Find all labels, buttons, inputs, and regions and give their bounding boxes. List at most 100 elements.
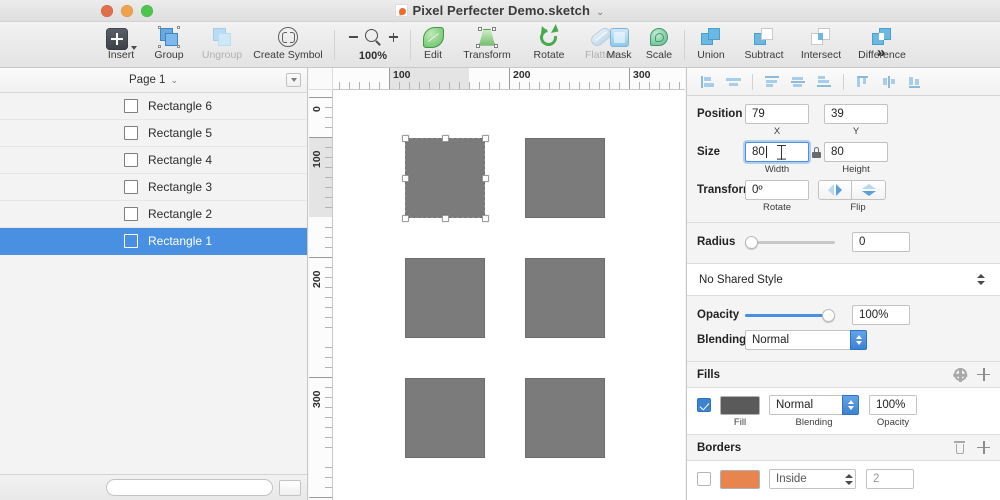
resize-handle-top-right[interactable] xyxy=(482,135,489,142)
toolbar-ungroup[interactable]: Ungroup xyxy=(196,24,248,66)
radius-row: Radius 0 xyxy=(687,231,1000,253)
align-top-button[interactable] xyxy=(760,72,784,92)
border-enabled-checkbox[interactable] xyxy=(697,472,711,486)
fill-blending-stepper[interactable] xyxy=(842,395,859,415)
shape-rectangle-5[interactable] xyxy=(405,378,485,458)
size-width-sublabel: Width xyxy=(764,164,790,175)
toolbar-edit[interactable]: Edit xyxy=(416,24,450,66)
resize-handle-middle-left[interactable] xyxy=(402,175,409,182)
add-fill-icon[interactable] xyxy=(977,368,990,381)
shape-rectangle-4[interactable] xyxy=(525,258,605,338)
shape-rectangle-3[interactable] xyxy=(405,258,485,338)
radius-slider[interactable] xyxy=(745,235,835,249)
border-color-swatch[interactable] xyxy=(720,469,760,489)
flip-horizontal-button[interactable] xyxy=(818,180,852,200)
layer-visibility-checkbox[interactable] xyxy=(124,207,138,221)
position-x-input[interactable]: 79 xyxy=(745,104,809,124)
page-bar: Page 1 ⌄ xyxy=(0,68,307,93)
distribute-horizontal-button[interactable] xyxy=(851,72,875,92)
list-item-selected[interactable]: Rectangle 1 xyxy=(0,228,307,255)
toolbar-scale[interactable]: Scale xyxy=(640,24,678,66)
toolbar-union[interactable]: Union xyxy=(690,24,732,66)
list-item[interactable]: Rectangle 6 xyxy=(0,93,307,120)
opacity-slider-knob[interactable] xyxy=(822,308,835,322)
canvas-area[interactable]: 100 200 300 0 100 200 300 400 xyxy=(309,68,685,500)
filter-button[interactable] xyxy=(279,479,301,496)
align-middle-vertical-button[interactable] xyxy=(786,72,810,92)
scale-icon xyxy=(649,27,670,47)
align-left-button[interactable] xyxy=(695,72,719,92)
distribute-vertical-button[interactable] xyxy=(877,72,901,92)
radius-input[interactable]: 0 xyxy=(852,232,910,252)
fill-sublabels: Fill Blending Opacity xyxy=(687,417,1000,430)
rotate-input[interactable]: 0º xyxy=(745,180,809,200)
toolbar-create-symbol[interactable]: Create Symbol xyxy=(250,24,326,66)
radius-slider-knob[interactable] xyxy=(745,235,758,249)
chevron-down-icon[interactable]: ⌄ xyxy=(170,75,178,86)
zoom-magnifier-icon[interactable] xyxy=(364,28,382,46)
trash-icon[interactable] xyxy=(954,441,965,454)
opacity-input[interactable]: 100% xyxy=(852,305,910,325)
toolbar-intersect[interactable]: Intersect xyxy=(794,24,848,66)
lock-proportions-icon[interactable] xyxy=(812,146,821,158)
fill-color-swatch[interactable] xyxy=(720,395,760,415)
size-width-input[interactable]: 80 xyxy=(745,142,809,162)
resize-handle-top-left[interactable] xyxy=(402,135,409,142)
list-item[interactable]: Rectangle 3 xyxy=(0,174,307,201)
opacity-slider[interactable] xyxy=(745,308,835,322)
list-item[interactable]: Rectangle 4 xyxy=(0,147,307,174)
layer-visibility-checkbox[interactable] xyxy=(124,126,138,140)
zoom-in-icon[interactable] xyxy=(388,32,398,42)
align-bottom-button[interactable] xyxy=(812,72,836,92)
border-thickness-input[interactable]: 2 xyxy=(866,469,914,489)
list-item[interactable]: Rectangle 2 xyxy=(0,201,307,228)
shared-style-row[interactable]: No Shared Style xyxy=(687,264,1000,296)
layer-visibility-checkbox[interactable] xyxy=(124,180,138,194)
shape-rectangle-6[interactable] xyxy=(525,378,605,458)
fill-enabled-checkbox[interactable] xyxy=(697,398,711,412)
toolbar-group[interactable]: Group xyxy=(148,24,190,66)
zoom-out-icon[interactable] xyxy=(348,36,358,38)
toolbar-subtract[interactable]: Subtract xyxy=(738,24,790,66)
toolbar-transform[interactable]: Transform xyxy=(456,24,518,66)
resize-handle-bottom-center[interactable] xyxy=(442,215,449,222)
artboard[interactable] xyxy=(333,90,685,500)
toolbar-rotate[interactable]: Rotate xyxy=(526,23,572,66)
distribute-spacing-button[interactable] xyxy=(903,72,927,92)
toolbar-insert[interactable]: Insert xyxy=(100,24,142,66)
horizontal-ruler[interactable]: 100 200 300 xyxy=(333,68,685,90)
position-y-input[interactable]: 39 xyxy=(824,104,888,124)
fill-blending-select[interactable]: Normal xyxy=(769,395,842,415)
blending-stepper[interactable] xyxy=(850,330,867,350)
flip-horizontal-icon xyxy=(828,184,842,196)
resize-handle-middle-right[interactable] xyxy=(482,175,489,182)
transform-sublabels: Rotate Flip xyxy=(687,202,1000,214)
fill-opacity-input[interactable]: 100% xyxy=(869,395,917,415)
vertical-ruler[interactable]: 0 100 200 300 400 xyxy=(309,90,333,500)
resize-handle-bottom-left[interactable] xyxy=(402,215,409,222)
search-input[interactable] xyxy=(106,479,273,496)
toolbar-label: Transform xyxy=(463,49,511,61)
layer-visibility-checkbox[interactable] xyxy=(124,99,138,113)
align-center-horizontal-button[interactable] xyxy=(721,72,745,92)
size-height-input[interactable]: 80 xyxy=(824,142,888,162)
page-name-label[interactable]: Page 1 xyxy=(129,74,165,86)
page-options-button[interactable] xyxy=(286,73,301,87)
gear-icon[interactable] xyxy=(954,367,967,382)
border-position-select[interactable]: Inside xyxy=(769,469,842,489)
layer-visibility-checkbox[interactable] xyxy=(124,234,138,248)
resize-handle-bottom-right[interactable] xyxy=(482,215,489,222)
toolbar-mask[interactable]: Mask xyxy=(600,24,638,66)
list-item[interactable]: Rectangle 5 xyxy=(0,120,307,147)
resize-handle-top-center[interactable] xyxy=(442,135,449,142)
blending-select[interactable]: Normal xyxy=(745,330,850,350)
add-border-icon[interactable] xyxy=(977,441,990,454)
shared-style-stepper[interactable] xyxy=(974,270,988,290)
border-position-stepper[interactable] xyxy=(842,469,856,489)
shape-rectangle-2[interactable] xyxy=(525,138,605,218)
toolbar-overflow[interactable]: » xyxy=(865,44,895,62)
toolbar-zoom-group[interactable]: 100% xyxy=(342,24,404,66)
chevron-down-icon[interactable]: ⌄ xyxy=(596,7,604,18)
flip-vertical-button[interactable] xyxy=(852,180,886,200)
layer-visibility-checkbox[interactable] xyxy=(124,153,138,167)
